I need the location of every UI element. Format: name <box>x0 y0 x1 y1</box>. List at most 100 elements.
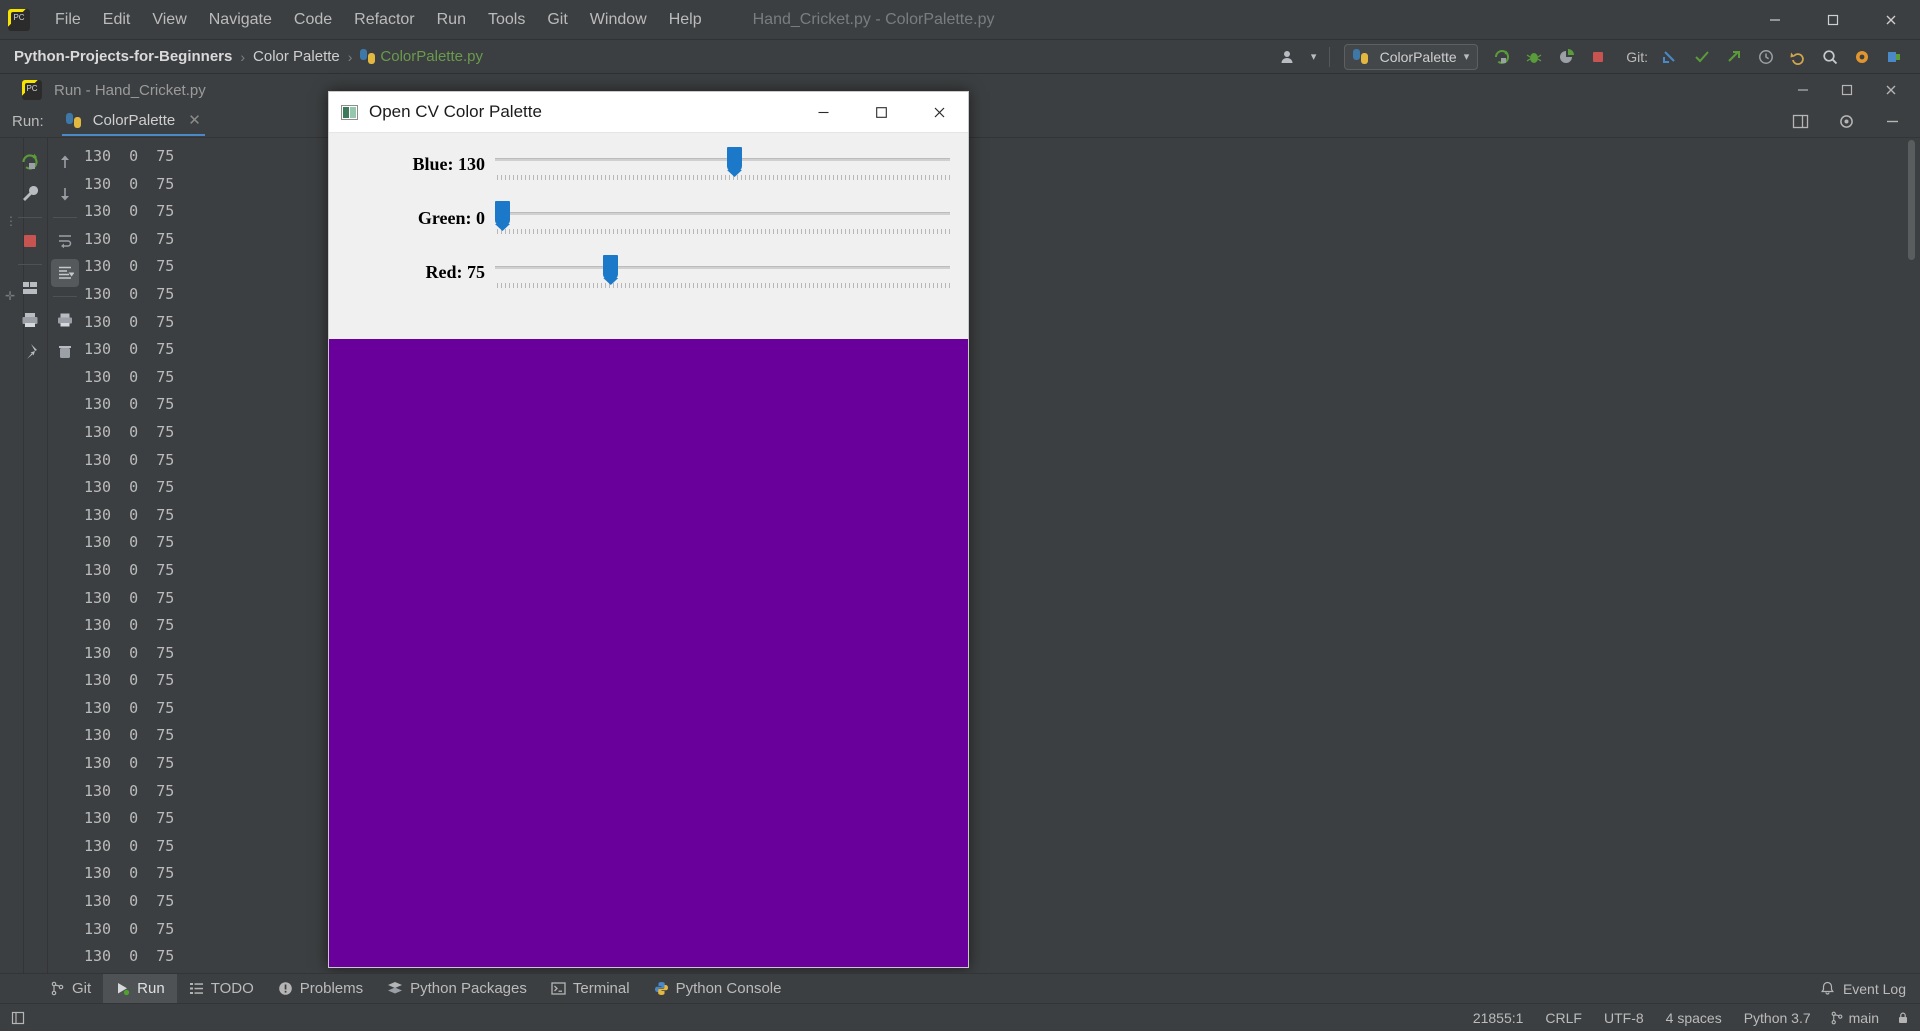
menu-help[interactable]: Help <box>658 7 713 33</box>
python-interpreter[interactable]: Python 3.7 <box>1733 1010 1822 1026</box>
indent-setting[interactable]: 4 spaces <box>1655 1010 1733 1026</box>
python-console-icon <box>654 981 669 996</box>
menu-window[interactable]: Window <box>579 7 658 33</box>
bottom-item-label: TODO <box>210 980 254 997</box>
menu-code[interactable]: Code <box>283 7 343 33</box>
trackbar-ticks-red <box>497 283 950 288</box>
trackbar-green[interactable] <box>495 201 950 245</box>
opencv-maximize-button[interactable] <box>852 92 910 133</box>
git-commit-icon[interactable] <box>1688 44 1716 70</box>
rerun-icon[interactable] <box>16 148 44 176</box>
bottom-item-python-console[interactable]: Python Console <box>642 974 794 1004</box>
ide-window: File Edit View Navigate Code Refactor Ru… <box>0 0 1920 1031</box>
run-window-minimize[interactable] <box>1796 83 1820 97</box>
bottom-item-label: Terminal <box>572 980 630 997</box>
main-toolbar: ▾ ColorPalette ▾ Git: <box>1273 43 1920 70</box>
breadcrumb-project[interactable]: Python-Projects-for-Beginners <box>14 48 232 65</box>
file-encoding[interactable]: UTF-8 <box>1593 1010 1655 1026</box>
bottom-item-terminal[interactable]: Terminal <box>539 974 642 1004</box>
trackbar-thumb-green[interactable] <box>495 201 510 226</box>
plugin-icon[interactable] <box>1880 44 1908 70</box>
opencv-close-button[interactable] <box>910 92 968 133</box>
window-title: Hand_Cricket.py - ColorPalette.py <box>752 10 995 28</box>
run-window-title: Run - Hand_Cricket.py <box>54 81 206 99</box>
git-update-icon[interactable] <box>1656 44 1684 70</box>
history-icon[interactable] <box>1752 44 1780 70</box>
trackbar-thumb-blue[interactable] <box>727 147 743 172</box>
event-log-label[interactable]: Event Log <box>1843 981 1906 997</box>
hide-icon[interactable] <box>1878 109 1906 135</box>
bottom-item-git[interactable]: Git <box>38 974 103 1004</box>
coverage-icon[interactable] <box>1552 44 1580 70</box>
scroll-to-end-icon[interactable] <box>51 259 79 287</box>
opencv-trackbar-panel: Blue: 130 Green: 0 Red: 75 <box>329 133 968 339</box>
run-tab-actions <box>1784 109 1920 135</box>
undo-icon[interactable] <box>1784 44 1812 70</box>
clear-all-icon[interactable] <box>51 338 79 366</box>
opencv-minimize-button[interactable] <box>794 92 852 133</box>
layout-icon[interactable] <box>1786 109 1814 135</box>
bottom-item-run[interactable]: Run <box>103 973 177 1004</box>
pin-icon[interactable] <box>16 338 44 366</box>
print-console-icon[interactable] <box>51 306 79 334</box>
menu-edit[interactable]: Edit <box>92 7 142 33</box>
navigation-bar: Python-Projects-for-Beginners › Color Pa… <box>0 40 1920 74</box>
console-scrollbar[interactable] <box>1906 140 1916 981</box>
minimize-button[interactable] <box>1746 0 1804 40</box>
bell-icon <box>1820 981 1835 996</box>
debug-icon[interactable] <box>1520 44 1548 70</box>
run-window-close[interactable] <box>1884 83 1908 97</box>
account-icon[interactable] <box>1275 44 1303 70</box>
close-button[interactable] <box>1862 0 1920 40</box>
run-configuration-selector[interactable]: ColorPalette ▾ <box>1343 43 1479 70</box>
breadcrumb-folder[interactable]: Color Palette <box>253 48 340 65</box>
pin-tab-icon[interactable] <box>16 274 44 302</box>
run-icon[interactable] <box>1488 44 1516 70</box>
settings-icon[interactable] <box>1848 44 1876 70</box>
project-widget-icon[interactable] <box>10 1010 26 1026</box>
soft-wrap-icon[interactable] <box>51 227 79 255</box>
git-branch-label[interactable]: main <box>1844 1010 1890 1026</box>
opencv-title-bar[interactable]: Open CV Color Palette <box>329 92 968 133</box>
git-push-icon[interactable] <box>1720 44 1748 70</box>
print-icon[interactable] <box>16 306 44 334</box>
trackbar-blue[interactable] <box>495 147 950 191</box>
menu-git[interactable]: Git <box>536 7 578 33</box>
menu-file[interactable]: File <box>44 7 92 33</box>
run-side-toolbar-secondary <box>48 138 82 983</box>
account-caret-icon[interactable]: ▾ <box>1307 44 1321 70</box>
trackbar-ticks-green <box>497 229 950 234</box>
up-arrow-icon[interactable] <box>51 148 79 176</box>
run-window-controls <box>1796 83 1920 97</box>
stop-icon[interactable] <box>16 227 44 255</box>
side-toolbar-divider-1 <box>17 217 42 218</box>
maximize-button[interactable] <box>1804 0 1862 40</box>
side2-divider-1 <box>53 217 77 218</box>
bottom-item-python-packages[interactable]: Python Packages <box>375 974 539 1004</box>
run-window-maximize[interactable] <box>1840 83 1864 97</box>
menu-navigate[interactable]: Navigate <box>198 7 283 33</box>
bottom-item-todo[interactable]: TODO <box>177 974 266 1004</box>
down-arrow-icon[interactable] <box>51 180 79 208</box>
menu-run[interactable]: Run <box>426 7 477 33</box>
trackbar-thumb-red[interactable] <box>603 255 619 280</box>
menu-refactor[interactable]: Refactor <box>343 7 425 33</box>
bottom-item-problems[interactable]: Problems <box>266 974 375 1004</box>
scrollbar-thumb[interactable] <box>1908 140 1915 260</box>
configure-icon[interactable] <box>16 180 44 208</box>
search-icon[interactable] <box>1816 44 1844 70</box>
trackbar-label-blue: Blue: 130 <box>412 154 485 174</box>
caret-position[interactable]: 21855:1 <box>1462 1010 1535 1026</box>
opencv-color-palette-window[interactable]: Open CV Color Palette Blue: 130 Green: 0… <box>328 91 969 968</box>
menu-tools[interactable]: Tools <box>477 7 536 33</box>
menu-view[interactable]: View <box>141 7 197 33</box>
gear-icon[interactable] <box>1832 109 1860 135</box>
breadcrumb-file[interactable]: ColorPalette.py <box>380 48 483 65</box>
close-icon[interactable]: ✕ <box>188 111 201 129</box>
line-separator[interactable]: CRLF <box>1534 1010 1593 1026</box>
lock-icon[interactable] <box>1896 1011 1910 1025</box>
run-tab-colorpalette[interactable]: ColorPalette ✕ <box>61 107 205 136</box>
stop-icon[interactable] <box>1584 44 1612 70</box>
trackbar-red[interactable] <box>495 255 950 299</box>
run-config-python-icon <box>1352 49 1368 64</box>
